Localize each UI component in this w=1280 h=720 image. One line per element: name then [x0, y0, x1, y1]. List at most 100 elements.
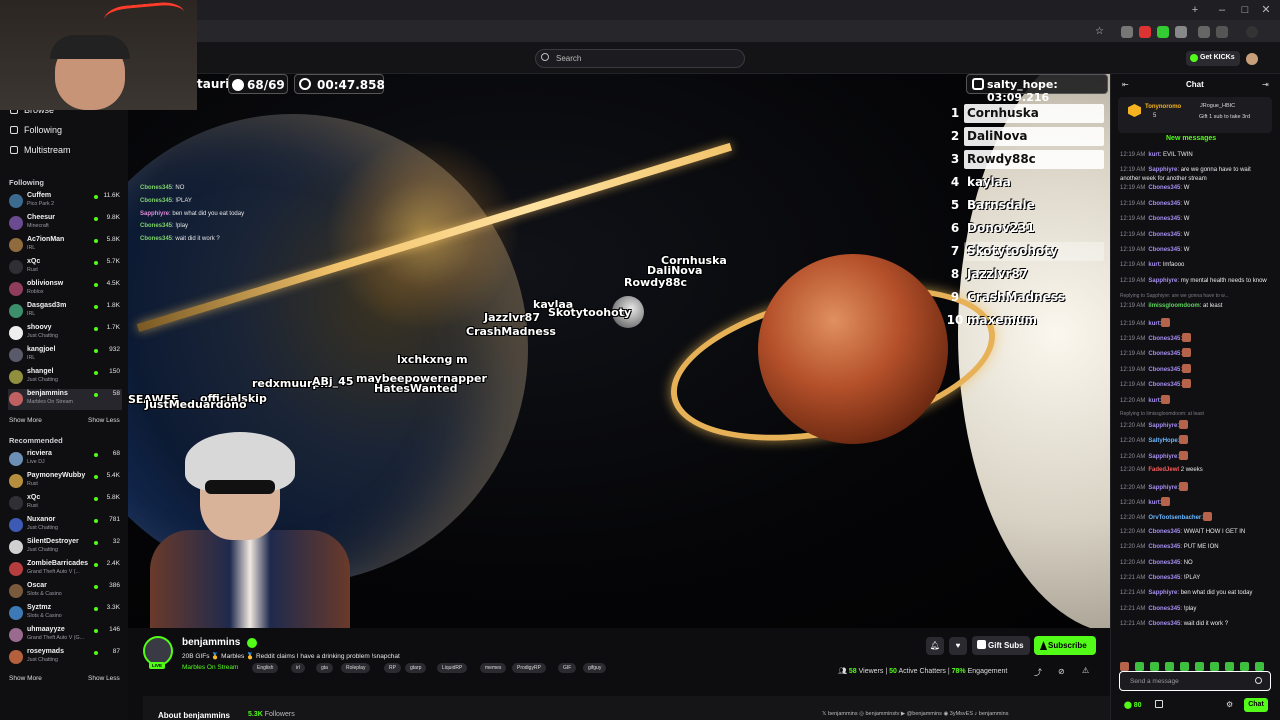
- chat-username[interactable]: Cbones345: [1148, 216, 1180, 222]
- chat-message[interactable]: 12:20 AM Cbones345: NO: [1120, 559, 1270, 568]
- stream-tag[interactable]: memes: [480, 663, 507, 673]
- chat-message[interactable]: 12:19 AM ilmissgloomdoom: at least: [1120, 302, 1270, 311]
- stream-tag[interactable]: gtarp: [405, 663, 427, 673]
- emote-icon[interactable]: [1135, 662, 1144, 671]
- emote-icon[interactable]: [1180, 662, 1189, 671]
- chat-send-button[interactable]: Chat: [1244, 698, 1268, 712]
- chat-username[interactable]: Cbones345: [1148, 351, 1180, 357]
- chat-message[interactable]: 12:20 AMkurt:: [1120, 497, 1270, 508]
- chat-message[interactable]: 12:19 AMCbones345:: [1120, 379, 1270, 390]
- follow-heart-icon[interactable]: ♥: [949, 637, 967, 655]
- chat-message[interactable]: 12:19 AMCbones345:: [1120, 348, 1270, 359]
- stream-category[interactable]: Marbles On Stream: [182, 664, 238, 671]
- emote-icon[interactable]: [1195, 662, 1204, 671]
- channel-row[interactable]: shoovy Just Chatting 1.7K: [8, 323, 122, 344]
- chat-username[interactable]: Cbones345: [1148, 382, 1180, 388]
- settings-gear-icon[interactable]: ⚙: [1226, 700, 1233, 709]
- chat-username[interactable]: Cbones345: [1148, 529, 1180, 535]
- chat-popout-icon[interactable]: ⇥: [1262, 80, 1269, 89]
- channel-row[interactable]: Nuxanor Just Chatting 781: [8, 515, 122, 536]
- channel-row[interactable]: ricviera Live DJ 68: [8, 449, 122, 470]
- chat-username[interactable]: Cbones345: [1148, 606, 1180, 612]
- collapse-chat-icon[interactable]: ⇤: [1122, 80, 1129, 89]
- chat-username[interactable]: Cbones345: [1148, 336, 1180, 342]
- channel-row[interactable]: roseymads Just Chatting 87: [8, 647, 122, 668]
- minimize-icon[interactable]: –: [1214, 3, 1230, 17]
- stream-tag[interactable]: English: [252, 663, 279, 673]
- new-messages-divider[interactable]: New messages: [1166, 135, 1216, 142]
- chat-username[interactable]: Cbones345: [1148, 560, 1180, 566]
- chat-username[interactable]: kurt: [1148, 500, 1159, 506]
- show-less-recommended[interactable]: Show Less: [88, 675, 120, 682]
- chat-username[interactable]: Sapphiyre: [1148, 423, 1177, 429]
- emote-icon[interactable]: [1255, 662, 1264, 671]
- chat-message[interactable]: 12:19 AM Cbones345: W: [1120, 184, 1270, 193]
- extension-icon[interactable]: [1121, 26, 1133, 38]
- channel-row[interactable]: Dasgasd3m IRL 1.8K: [8, 301, 122, 322]
- channel-row[interactable]: xQc Rust 5.8K: [8, 493, 122, 514]
- stream-tag[interactable]: irl: [291, 663, 305, 673]
- channel-row[interactable]: oblivionsw Roblox 4.5K: [8, 279, 122, 300]
- chat-username[interactable]: Cbones345: [1148, 232, 1180, 238]
- emoji-icon[interactable]: [1255, 677, 1262, 684]
- channel-row[interactable]: Oscar Slots & Casino 386: [8, 581, 122, 602]
- show-less-following[interactable]: Show Less: [88, 417, 120, 424]
- channel-row[interactable]: shangel Just Chatting 150: [8, 367, 122, 388]
- chat-username[interactable]: Cbones345: [1148, 201, 1180, 207]
- close-window-icon[interactable]: ✕: [1258, 3, 1274, 17]
- emote-icon[interactable]: [1240, 662, 1249, 671]
- calendar-icon[interactable]: [1155, 700, 1163, 708]
- notification-bell-icon[interactable]: 🔔︎: [926, 637, 944, 655]
- chat-message[interactable]: 12:20 AM Cbones345: PUT ME ION: [1120, 543, 1270, 552]
- chat-username[interactable]: Sapphiyre: [1148, 590, 1177, 596]
- chat-username[interactable]: Cbones345: [1148, 544, 1180, 550]
- chat-message[interactable]: 12:20 AMkurt:: [1120, 394, 1270, 406]
- chat-message[interactable]: 12:20 AMSapphiyre:: [1120, 420, 1270, 431]
- channel-row[interactable]: ZombieBarricades Grand Theft Auto V (... 2…: [8, 559, 122, 580]
- show-more-following[interactable]: Show More: [9, 417, 42, 424]
- adblock-extension-icon[interactable]: [1139, 26, 1151, 38]
- chat-message[interactable]: 12:20 AMOrvTootsenbacher:: [1120, 512, 1270, 523]
- chat-message[interactable]: 12:21 AM Cbones345: !PLAY: [1120, 574, 1270, 583]
- chat-message[interactable]: 12:21 AM Sapphiyre: ben what did you eat …: [1120, 589, 1270, 598]
- emote-icon[interactable]: [1165, 662, 1174, 671]
- chat-message[interactable]: 12:19 AM kurt: EVIL TWIN: [1120, 151, 1270, 160]
- nav-following[interactable]: Following: [10, 125, 62, 139]
- channel-row[interactable]: SilentDestroyer Just Chatting 32: [8, 537, 122, 558]
- chat-message[interactable]: 12:19 AM Cbones345: W: [1120, 246, 1270, 255]
- stream-tag[interactable]: LiquidRP: [437, 663, 468, 673]
- search-input[interactable]: Search: [535, 49, 745, 68]
- chat-username[interactable]: kurt: [1148, 321, 1159, 327]
- chat-message[interactable]: 12:20 AMSapphiyre:: [1120, 450, 1270, 462]
- chat-username[interactable]: Cbones345: [1148, 575, 1180, 581]
- chat-message[interactable]: 12:19 AMCbones345:: [1120, 363, 1270, 375]
- chat-username[interactable]: ilmissgloomdoom: [1148, 303, 1199, 309]
- channel-row[interactable]: Cheesur Minecraft 9.8K: [8, 213, 122, 234]
- stream-tag[interactable]: ProdigyRP: [512, 663, 546, 673]
- channel-row[interactable]: benjammins Marbles On Stream 58: [8, 389, 122, 410]
- chat-username[interactable]: kurt: [1148, 398, 1159, 404]
- chat-message[interactable]: 12:19 AMkurt:: [1120, 317, 1270, 329]
- channel-row[interactable]: kangjoel IRL 932: [8, 345, 122, 366]
- chat-username[interactable]: kurt: [1148, 152, 1159, 158]
- chat-username[interactable]: Sapphiyre: [1148, 485, 1177, 491]
- chat-username[interactable]: Sapphiyre: [1148, 167, 1177, 173]
- emote-bar[interactable]: [1120, 656, 1270, 671]
- new-tab-icon[interactable]: +: [1187, 3, 1203, 17]
- chat-username[interactable]: SaltyHope: [1148, 438, 1177, 444]
- chat-message[interactable]: 12:21 AM Cbones345: !play: [1120, 605, 1270, 614]
- emote-icon[interactable]: [1210, 662, 1219, 671]
- stream-tag[interactable]: gta: [316, 663, 333, 673]
- channel-row[interactable]: xQc Rust 5.7K: [8, 257, 122, 278]
- chat-input[interactable]: Send a message: [1119, 671, 1271, 691]
- streamer-name[interactable]: benjammins: [182, 637, 240, 648]
- chat-message[interactable]: 12:19 AM kurt: lmfaooo: [1120, 261, 1270, 270]
- chat-username[interactable]: kurt: [1148, 262, 1159, 268]
- profile-icon[interactable]: [1216, 26, 1228, 38]
- chat-message[interactable]: 12:19 AM Cbones345: W: [1120, 215, 1270, 224]
- chat-username[interactable]: Sapphiyre: [1148, 278, 1177, 284]
- chat-username[interactable]: FadedJewl: [1148, 467, 1179, 473]
- chat-message[interactable]: 12:19 AM Sapphiyre: are we gonna have to …: [1120, 166, 1270, 183]
- stream-tag[interactable]: gifguy: [583, 663, 607, 673]
- nav-multistream[interactable]: Multistream: [10, 145, 71, 159]
